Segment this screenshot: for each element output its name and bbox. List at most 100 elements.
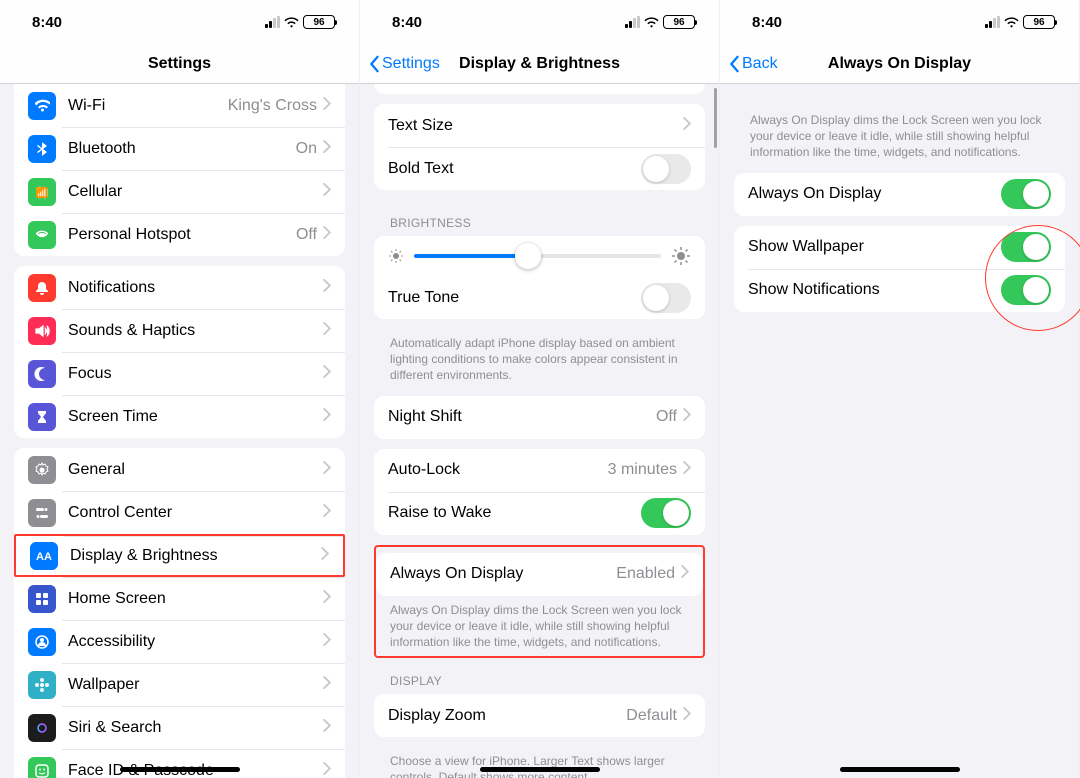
bell-icon bbox=[28, 274, 56, 302]
settings-row-cellular[interactable]: 📶Cellular bbox=[14, 170, 345, 213]
show-notifications-row[interactable]: Show Notifications bbox=[734, 269, 1065, 312]
chevron-right-icon bbox=[323, 504, 331, 522]
true-tone-toggle[interactable] bbox=[641, 283, 691, 313]
show-wallpaper-row[interactable]: Show Wallpaper bbox=[734, 226, 1065, 269]
chevron-right-icon bbox=[681, 565, 689, 583]
display-zoom-row[interactable]: Display Zoom Default bbox=[374, 694, 705, 737]
settings-row-sounds-haptics[interactable]: Sounds & Haptics bbox=[14, 309, 345, 352]
settings-row-face-id-passcode[interactable]: Face ID & Passcode bbox=[14, 749, 345, 778]
text-size-row[interactable]: Text Size bbox=[374, 104, 705, 147]
aod-master-toggle[interactable] bbox=[1001, 179, 1051, 209]
brightness-section-header: BRIGHTNESS bbox=[360, 200, 719, 236]
aod-highlight-annotation: Always On Display Enabled Always On Disp… bbox=[374, 545, 705, 659]
status-right: 96 bbox=[265, 15, 335, 29]
aod-master-row[interactable]: Always On Display bbox=[734, 173, 1065, 216]
settings-row-accessibility[interactable]: Accessibility bbox=[14, 620, 345, 663]
chevron-right-icon bbox=[323, 183, 331, 201]
page-title: Always On Display bbox=[828, 55, 971, 73]
chevron-right-icon bbox=[323, 365, 331, 383]
face-icon bbox=[28, 757, 56, 778]
brightness-slider-row[interactable] bbox=[374, 236, 705, 276]
status-time: 8:40 bbox=[32, 14, 62, 31]
svg-text:📶: 📶 bbox=[36, 186, 48, 199]
always-on-display-row[interactable]: Always On Display Enabled bbox=[376, 553, 703, 596]
aod-screen: 8:40 96 Back Always On Display Always On… bbox=[720, 0, 1080, 778]
page-title: Settings bbox=[148, 55, 211, 73]
settings-row-screen-time[interactable]: Screen Time bbox=[14, 395, 345, 438]
show-notifications-toggle[interactable] bbox=[1001, 275, 1051, 305]
status-time: 8:40 bbox=[752, 14, 782, 31]
settings-row-notifications[interactable]: Notifications bbox=[14, 266, 345, 309]
chevron-left-icon bbox=[368, 55, 380, 73]
settings-screen: 8:40 96 Settings Wi-FiKing's CrossBlueto… bbox=[0, 0, 360, 778]
status-right: 96 bbox=[985, 15, 1055, 29]
aod-content[interactable]: Always On Display dims the Lock Screen w… bbox=[720, 84, 1079, 778]
signal-icon bbox=[625, 17, 640, 28]
scrollbar-indicator[interactable] bbox=[714, 88, 717, 148]
settings-row-wallpaper[interactable]: Wallpaper bbox=[14, 663, 345, 706]
cell-icon: 📶 bbox=[28, 178, 56, 206]
wifi-icon bbox=[284, 17, 299, 28]
battery-icon: 96 bbox=[303, 15, 335, 29]
settings-row-display-brightness[interactable]: AADisplay & Brightness bbox=[14, 534, 345, 577]
settings-row-wi-fi[interactable]: Wi-FiKing's Cross bbox=[14, 84, 345, 127]
chevron-right-icon bbox=[323, 461, 331, 479]
settings-row-general[interactable]: General bbox=[14, 448, 345, 491]
home-indicator[interactable] bbox=[480, 767, 600, 772]
wifi-icon bbox=[28, 92, 56, 120]
aod-intro: Always On Display dims the Lock Screen w… bbox=[720, 84, 1079, 163]
chevron-right-icon bbox=[323, 408, 331, 426]
chevron-right-icon bbox=[323, 719, 331, 737]
display-content[interactable]: Text Size Bold Text BRIGHTNESS True Tone bbox=[360, 80, 719, 778]
chevron-right-icon bbox=[683, 117, 691, 135]
brightness-slider[interactable] bbox=[414, 254, 661, 258]
chevron-right-icon bbox=[323, 226, 331, 244]
home-indicator[interactable] bbox=[120, 767, 240, 772]
raise-to-wake-toggle[interactable] bbox=[641, 498, 691, 528]
auto-lock-row[interactable]: Auto-Lock 3 minutes bbox=[374, 449, 705, 492]
signal-icon bbox=[985, 17, 1000, 28]
bold-text-toggle[interactable] bbox=[641, 154, 691, 184]
sun-min-icon bbox=[388, 248, 404, 264]
aod-footer: Always On Display dims the Lock Screen w… bbox=[376, 596, 703, 653]
settings-row-home-screen[interactable]: Home Screen bbox=[14, 577, 345, 620]
wifi-icon bbox=[644, 17, 659, 28]
siri-icon bbox=[28, 714, 56, 742]
chevron-right-icon bbox=[683, 408, 691, 426]
wifi-icon bbox=[1004, 17, 1019, 28]
true-tone-row[interactable]: True Tone bbox=[374, 276, 705, 319]
settings-row-personal-hotspot[interactable]: Personal HotspotOff bbox=[14, 213, 345, 256]
back-button[interactable]: Back bbox=[728, 55, 778, 73]
bold-text-row[interactable]: Bold Text bbox=[374, 147, 705, 190]
display-section-header: DISPLAY bbox=[360, 658, 719, 694]
signal-icon bbox=[265, 17, 280, 28]
moon-icon bbox=[28, 360, 56, 388]
battery-icon: 96 bbox=[663, 15, 695, 29]
show-wallpaper-toggle[interactable] bbox=[1001, 232, 1051, 262]
status-bar: 8:40 96 bbox=[0, 0, 359, 44]
switches-icon bbox=[28, 499, 56, 527]
zoom-footer: Choose a view for iPhone. Larger Text sh… bbox=[360, 747, 719, 778]
bt-icon bbox=[28, 135, 56, 163]
home-indicator[interactable] bbox=[840, 767, 960, 772]
chevron-left-icon bbox=[728, 55, 740, 73]
display-brightness-screen: 8:40 96 Settings Display & Brightness Te… bbox=[360, 0, 720, 778]
sun-max-icon bbox=[671, 246, 691, 266]
settings-row-siri-search[interactable]: Siri & Search bbox=[14, 706, 345, 749]
hourglass-icon bbox=[28, 403, 56, 431]
person-icon bbox=[28, 628, 56, 656]
settings-row-control-center[interactable]: Control Center bbox=[14, 491, 345, 534]
chevron-right-icon bbox=[323, 762, 331, 778]
settings-content[interactable]: Wi-FiKing's CrossBluetoothOn📶CellularPer… bbox=[0, 84, 359, 778]
chevron-right-icon bbox=[323, 633, 331, 651]
settings-row-bluetooth[interactable]: BluetoothOn bbox=[14, 127, 345, 170]
status-bar: 8:40 96 bbox=[360, 0, 719, 44]
nav-header: Settings Display & Brightness bbox=[360, 44, 719, 84]
partial-row[interactable] bbox=[374, 80, 705, 94]
back-button[interactable]: Settings bbox=[368, 55, 440, 73]
settings-row-focus[interactable]: Focus bbox=[14, 352, 345, 395]
battery-icon: 96 bbox=[1023, 15, 1055, 29]
night-shift-row[interactable]: Night Shift Off bbox=[374, 396, 705, 439]
raise-to-wake-row[interactable]: Raise to Wake bbox=[374, 492, 705, 535]
page-title: Display & Brightness bbox=[459, 55, 620, 73]
